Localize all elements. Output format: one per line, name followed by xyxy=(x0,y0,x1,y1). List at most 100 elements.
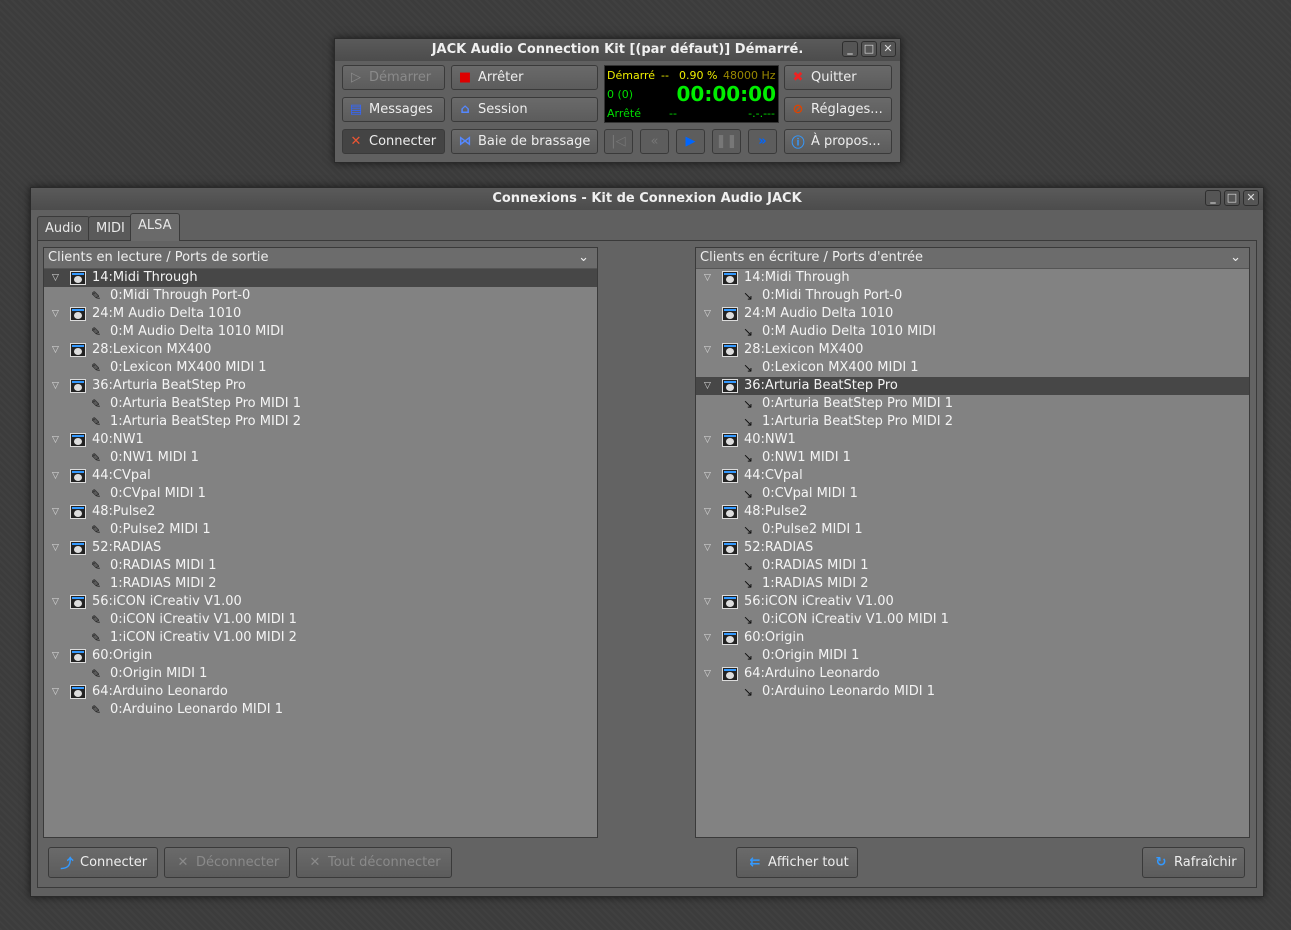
port-row[interactable]: ✎ 0:Lexicon MX400 MIDI 1 xyxy=(44,359,597,377)
expand-triangle-icon[interactable]: ▽ xyxy=(52,341,62,359)
port-row[interactable]: ✎ 0:Arturia BeatStep Pro MIDI 1 xyxy=(44,395,597,413)
output-ports-tree[interactable]: Clients en lecture / Ports de sortie ⌄ ▽ 1… xyxy=(43,247,598,838)
maximize-button[interactable]: □ xyxy=(861,41,877,57)
pause-button[interactable]: ❚❚ xyxy=(712,129,741,154)
tab-alsa[interactable]: ALSA xyxy=(130,213,180,241)
port-row[interactable]: ↘ 0:CVpal MIDI 1 xyxy=(696,485,1249,503)
rewind-button[interactable]: « xyxy=(640,129,669,154)
expand-triangle-icon[interactable]: ▽ xyxy=(704,629,714,647)
client-row[interactable]: ▽ 48:Pulse2 xyxy=(44,503,597,521)
expand-triangle-icon[interactable]: ▽ xyxy=(704,467,714,485)
setup-button[interactable]: ⊘ Réglages... xyxy=(784,97,892,122)
tab-audio[interactable]: Audio xyxy=(37,216,90,240)
port-row[interactable]: ↘ 0:Lexicon MX400 MIDI 1 xyxy=(696,359,1249,377)
port-row[interactable]: ↘ 0:NW1 MIDI 1 xyxy=(696,449,1249,467)
client-row[interactable]: ▽ 14:Midi Through xyxy=(44,269,597,287)
play-button[interactable]: ▶ xyxy=(676,129,705,154)
port-row[interactable]: ✎ 0:Origin MIDI 1 xyxy=(44,665,597,683)
port-row[interactable]: ↘ 0:RADIAS MIDI 1 xyxy=(696,557,1249,575)
client-row[interactable]: ▽ 48:Pulse2 xyxy=(696,503,1249,521)
client-row[interactable]: ▽ 60:Origin xyxy=(696,629,1249,647)
expand-triangle-icon[interactable]: ▽ xyxy=(704,431,714,449)
session-button[interactable]: ⌂ Session xyxy=(451,97,598,122)
tab-midi[interactable]: MIDI xyxy=(88,216,133,240)
client-row[interactable]: ▽ 36:Arturia BeatStep Pro xyxy=(44,377,597,395)
expand-triangle-icon[interactable]: ▽ xyxy=(52,305,62,323)
client-row[interactable]: ▽ 40:NW1 xyxy=(44,431,597,449)
expand-triangle-icon[interactable]: ▽ xyxy=(704,539,714,557)
client-row[interactable]: ▽ 24:M Audio Delta 1010 xyxy=(696,305,1249,323)
port-row[interactable]: ✎ 0:iCON iCreativ V1.00 MIDI 1 xyxy=(44,611,597,629)
connect-button[interactable]: ✕ Connecter xyxy=(342,129,445,154)
port-row[interactable]: ✎ 0:Midi Through Port-0 xyxy=(44,287,597,305)
expand-triangle-icon[interactable]: ▽ xyxy=(52,683,62,701)
rewind-start-button[interactable]: |◁ xyxy=(604,129,633,154)
client-row[interactable]: ▽ 44:CVpal xyxy=(696,467,1249,485)
client-row[interactable]: ▽ 52:RADIAS xyxy=(696,539,1249,557)
expand-triangle-icon[interactable]: ▽ xyxy=(704,593,714,611)
port-row[interactable]: ↘ 1:Arturia BeatStep Pro MIDI 2 xyxy=(696,413,1249,431)
expand-triangle-icon[interactable]: ▽ xyxy=(52,539,62,557)
port-row[interactable]: ✎ 1:iCON iCreativ V1.00 MIDI 2 xyxy=(44,629,597,647)
expand-triangle-icon[interactable]: ▽ xyxy=(704,377,714,395)
input-ports-tree[interactable]: Clients en écriture / Ports d'entrée ⌄ ▽ 1… xyxy=(695,247,1250,838)
client-row[interactable]: ▽ 36:Arturia BeatStep Pro xyxy=(696,377,1249,395)
client-row[interactable]: ▽ 64:Arduino Leonardo xyxy=(696,665,1249,683)
port-row[interactable]: ↘ 0:Pulse2 MIDI 1 xyxy=(696,521,1249,539)
port-row[interactable]: ✎ 0:Pulse2 MIDI 1 xyxy=(44,521,597,539)
port-row[interactable]: ↘ 0:iCON iCreativ V1.00 MIDI 1 xyxy=(696,611,1249,629)
refresh-button[interactable]: ↻ Rafraîchir xyxy=(1142,847,1245,878)
output-tree-header[interactable]: Clients en lecture / Ports de sortie ⌄ xyxy=(44,248,597,269)
expand-triangle-icon[interactable]: ▽ xyxy=(52,269,62,287)
client-row[interactable]: ▽ 14:Midi Through xyxy=(696,269,1249,287)
stop-button[interactable]: ■ Arrêter xyxy=(451,65,598,90)
client-row[interactable]: ▽ 56:iCON iCreativ V1.00 xyxy=(696,593,1249,611)
show-all-button[interactable]: ⇇ Afficher tout xyxy=(736,847,858,878)
close-button[interactable]: ✕ xyxy=(880,41,896,57)
start-button[interactable]: ▷ Démarrer xyxy=(342,65,445,90)
client-row[interactable]: ▽ 52:RADIAS xyxy=(44,539,597,557)
minimize-button[interactable]: _ xyxy=(842,41,858,57)
port-row[interactable]: ✎ 0:M Audio Delta 1010 MIDI xyxy=(44,323,597,341)
expand-triangle-icon[interactable]: ▽ xyxy=(704,503,714,521)
minimize-button[interactable]: _ xyxy=(1205,190,1221,206)
patchbay-button[interactable]: ⋈ Baie de brassage xyxy=(451,129,598,154)
about-button[interactable]: ⓘ À propos... xyxy=(784,129,892,154)
quit-button[interactable]: ✖ Quitter xyxy=(784,65,892,90)
maximize-button[interactable]: □ xyxy=(1224,190,1240,206)
client-row[interactable]: ▽ 56:iCON iCreativ V1.00 xyxy=(44,593,597,611)
port-row[interactable]: ✎ 0:Arduino Leonardo MIDI 1 xyxy=(44,701,597,719)
client-row[interactable]: ▽ 44:CVpal xyxy=(44,467,597,485)
port-row[interactable]: ✎ 0:RADIAS MIDI 1 xyxy=(44,557,597,575)
expand-triangle-icon[interactable]: ▽ xyxy=(52,467,62,485)
expand-triangle-icon[interactable]: ▽ xyxy=(704,269,714,287)
connect-ports-button[interactable]: ⤴ Connecter xyxy=(48,847,158,878)
input-tree-header[interactable]: Clients en écriture / Ports d'entrée ⌄ xyxy=(696,248,1249,269)
expand-triangle-icon[interactable]: ▽ xyxy=(52,377,62,395)
expand-triangle-icon[interactable]: ▽ xyxy=(52,593,62,611)
port-row[interactable]: ↘ 0:Origin MIDI 1 xyxy=(696,647,1249,665)
forward-button[interactable]: » xyxy=(748,129,777,154)
port-row[interactable]: ✎ 1:RADIAS MIDI 2 xyxy=(44,575,597,593)
close-button[interactable]: ✕ xyxy=(1243,190,1259,206)
expand-triangle-icon[interactable]: ▽ xyxy=(704,341,714,359)
expand-triangle-icon[interactable]: ▽ xyxy=(704,305,714,323)
client-row[interactable]: ▽ 28:Lexicon MX400 xyxy=(696,341,1249,359)
client-row[interactable]: ▽ 64:Arduino Leonardo xyxy=(44,683,597,701)
port-row[interactable]: ↘ 0:Midi Through Port-0 xyxy=(696,287,1249,305)
port-row[interactable]: ↘ 0:Arturia BeatStep Pro MIDI 1 xyxy=(696,395,1249,413)
client-row[interactable]: ▽ 40:NW1 xyxy=(696,431,1249,449)
disconnect-all-button[interactable]: ✕ Tout déconnecter xyxy=(296,847,452,878)
expand-triangle-icon[interactable]: ▽ xyxy=(704,665,714,683)
client-row[interactable]: ▽ 28:Lexicon MX400 xyxy=(44,341,597,359)
expand-triangle-icon[interactable]: ▽ xyxy=(52,431,62,449)
client-row[interactable]: ▽ 60:Origin xyxy=(44,647,597,665)
port-row[interactable]: ↘ 1:RADIAS MIDI 2 xyxy=(696,575,1249,593)
port-row[interactable]: ✎ 1:Arturia BeatStep Pro MIDI 2 xyxy=(44,413,597,431)
port-row[interactable]: ✎ 0:CVpal MIDI 1 xyxy=(44,485,597,503)
port-row[interactable]: ✎ 0:NW1 MIDI 1 xyxy=(44,449,597,467)
port-row[interactable]: ↘ 0:Arduino Leonardo MIDI 1 xyxy=(696,683,1249,701)
messages-button[interactable]: ▤ Messages xyxy=(342,97,445,122)
client-row[interactable]: ▽ 24:M Audio Delta 1010 xyxy=(44,305,597,323)
disconnect-button[interactable]: ✕ Déconnecter xyxy=(164,847,290,878)
